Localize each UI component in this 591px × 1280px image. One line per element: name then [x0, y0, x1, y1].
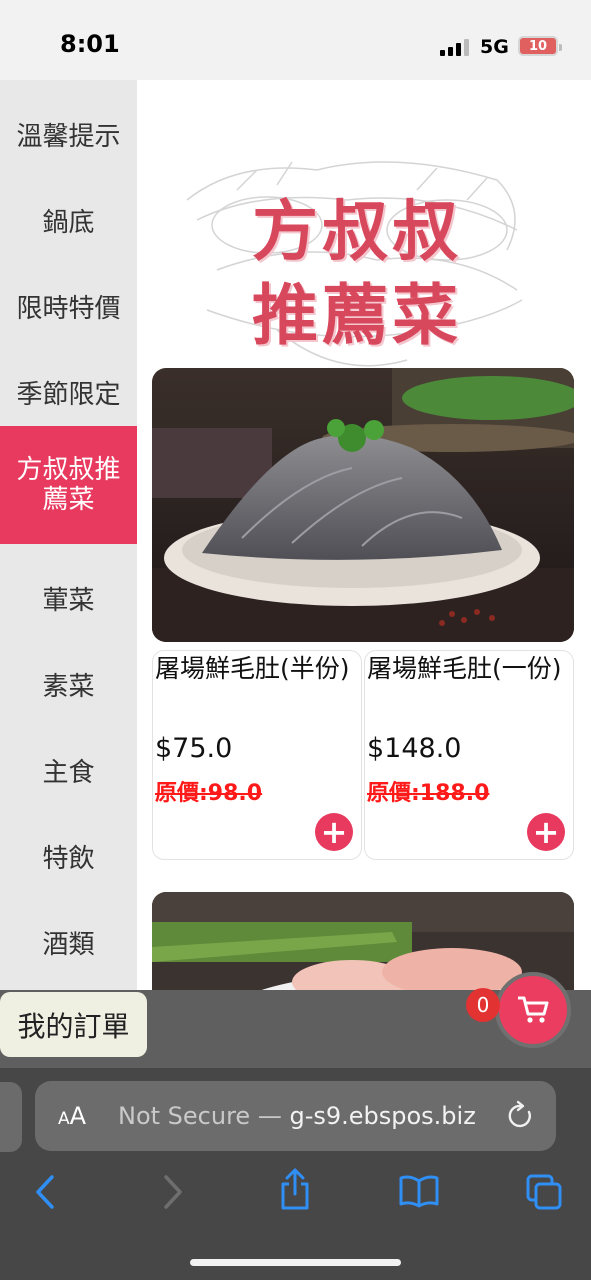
product-price: $148.0 — [367, 733, 462, 764]
reader-settings-button[interactable]: AA — [58, 1102, 86, 1130]
reload-button[interactable] — [505, 1098, 537, 1138]
product-list: 方叔叔 推薦菜 屠場鮮毛肚(半份) $75.0 原價:98.0 + 屠場鮮毛肚(… — [137, 80, 591, 990]
status-bar: 8:01 5G 10 — [0, 0, 591, 80]
cart-count-badge: 0 — [466, 988, 500, 1022]
signal-icon — [440, 38, 469, 56]
share-icon — [281, 1168, 309, 1210]
sidebar-item-recommended[interactable]: 方叔叔推薦菜 — [0, 426, 137, 544]
bookmarks-button[interactable] — [398, 1174, 440, 1212]
bookmarks-icon — [399, 1175, 439, 1208]
battery-icon: 10 — [518, 36, 562, 56]
sidebar-item-alcohol[interactable]: 酒類 — [0, 902, 137, 988]
tabs-icon — [526, 1174, 562, 1210]
product-card[interactable]: 屠場鮮毛肚(半份) $75.0 原價:98.0 + — [152, 650, 362, 860]
category-sidebar: 溫馨提示 鍋底 限時特價 季節限定 方叔叔推薦菜 葷菜 素菜 主食 特飲 酒類 — [0, 80, 137, 990]
shopping-cart-icon — [518, 996, 549, 1023]
plus-icon: + — [320, 813, 348, 851]
product-name: 屠場鮮毛肚(半份) — [155, 654, 350, 683]
product-photo-next[interactable] — [152, 892, 574, 990]
product-name: 屠場鮮毛肚(一份) — [367, 654, 562, 683]
plus-icon: + — [532, 813, 560, 851]
product-original-price: 原價:98.0 — [155, 781, 263, 806]
tabs-button[interactable] — [524, 1172, 564, 1216]
add-to-cart-button[interactable]: + — [527, 813, 565, 851]
share-button[interactable] — [278, 1166, 312, 1216]
sidebar-item-drinks[interactable]: 特飲 — [0, 816, 137, 902]
product-card[interactable]: 屠場鮮毛肚(一份) $148.0 原價:188.0 + — [364, 650, 574, 860]
url-text: Not Secure — g-s9.ebspos.biz — [118, 1102, 476, 1130]
banner-title-line2: 推薦菜 — [252, 276, 462, 354]
product-price: $75.0 — [155, 733, 233, 764]
sidebar-item-vegetables[interactable]: 素菜 — [0, 644, 137, 730]
sidebar-item-meat[interactable]: 葷菜 — [0, 558, 137, 644]
back-button[interactable] — [30, 1172, 60, 1216]
my-order-button[interactable]: 我的訂單 — [0, 992, 147, 1057]
previous-tab-preview[interactable] — [0, 1082, 22, 1152]
product-original-price: 原價:188.0 — [367, 781, 490, 806]
sidebar-item-staple[interactable]: 主食 — [0, 730, 137, 816]
cart-button[interactable] — [495, 972, 571, 1048]
category-banner: 方叔叔 推薦菜 — [177, 130, 537, 390]
add-to-cart-button[interactable]: + — [315, 813, 353, 851]
sidebar-item-notice[interactable]: 溫馨提示 — [0, 94, 137, 180]
forward-button[interactable] — [158, 1172, 188, 1216]
status-time: 8:01 — [60, 30, 120, 58]
forward-icon — [164, 1175, 182, 1209]
banner-title-line1: 方叔叔 — [252, 192, 462, 270]
sidebar-item-soup-base[interactable]: 鍋底 — [0, 180, 137, 266]
back-icon — [36, 1175, 54, 1209]
reload-icon — [508, 1100, 531, 1128]
product-photo-tripe[interactable] — [152, 368, 574, 642]
home-indicator — [190, 1259, 401, 1266]
sidebar-item-limited-offer[interactable]: 限時特價 — [0, 266, 137, 352]
network-label: 5G — [480, 36, 509, 58]
